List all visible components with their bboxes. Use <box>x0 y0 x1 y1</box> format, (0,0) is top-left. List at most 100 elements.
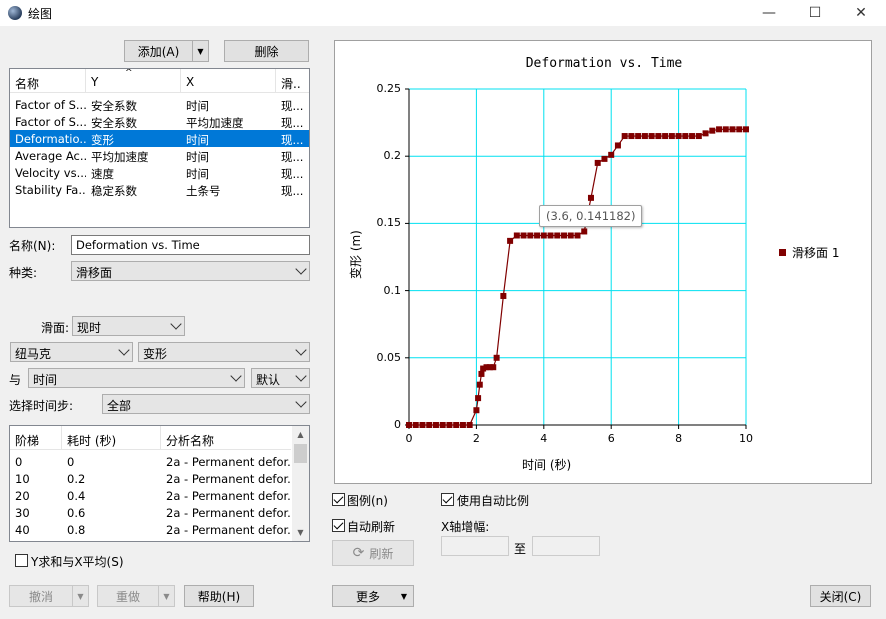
data-point <box>507 237 514 244</box>
table-row[interactable]: 10 0.2 2a - Permanent defor... <box>10 470 292 487</box>
auto-refresh-label: 自动刷新 <box>347 520 396 534</box>
more-button[interactable]: 更多 ▼ <box>332 585 414 607</box>
table-row[interactable]: 0 0 2a - Permanent defor... <box>10 453 292 470</box>
cell-step: 0 <box>15 455 23 469</box>
cell-slide: 现... <box>281 184 304 198</box>
data-point <box>534 232 541 239</box>
data-point <box>439 422 446 428</box>
table-row[interactable]: 5012a - Permanent defor... <box>10 538 292 541</box>
sum-average-checkbox[interactable] <box>15 554 28 567</box>
x-increment-from-field[interactable] <box>441 536 509 556</box>
method-select[interactable]: 纽马克 <box>10 342 133 362</box>
column-analysis[interactable]: 分析名称 <box>161 426 291 450</box>
close-button[interactable]: 关闭(C) <box>810 585 871 607</box>
type-select[interactable]: 滑移面 <box>71 261 310 281</box>
quantity-value: 变形 <box>143 347 168 361</box>
timestep-select[interactable]: 全部 <box>102 394 310 414</box>
table-row[interactable]: 40 0.8 2a - Permanent defor... <box>10 521 292 538</box>
chevron-down-icon[interactable]: ▼ <box>72 586 88 606</box>
list-item[interactable]: Stability Fa... 稳定系数 土条号 现... <box>10 181 309 198</box>
column-x[interactable]: X <box>181 69 276 93</box>
data-point <box>426 422 433 428</box>
name-field[interactable]: Deformation vs. Time <box>71 235 310 255</box>
cell-y: 安全系数 <box>91 116 137 130</box>
column-time[interactable]: 耗时 (秒) <box>62 426 161 450</box>
cell-name: Average Ac... <box>15 149 86 163</box>
cell-analysis: 2a - Permanent defor... <box>161 538 291 541</box>
cell-analysis: 2a - Permanent defor... <box>166 472 291 486</box>
auto-refresh-checkbox[interactable] <box>332 519 345 532</box>
data-point <box>581 228 588 235</box>
plot-list[interactable]: 名称 Y ^ X 滑.. Factor of S... 安全系数 时间 现... Fac… <box>9 68 310 228</box>
more-label: 更多 <box>355 589 380 604</box>
list-item[interactable]: Factor of S... 安全系数 平均加速度 现... <box>10 113 309 130</box>
chevron-down-icon <box>295 396 307 408</box>
chart-canvas[interactable] <box>335 41 873 485</box>
slip-value: 现时 <box>77 321 102 335</box>
scroll-thumb[interactable] <box>294 444 307 463</box>
step-table-scrollbar[interactable]: ▲ ▼ <box>292 426 309 541</box>
data-point <box>453 422 460 428</box>
data-point <box>554 232 561 239</box>
undo-button[interactable]: 撤消 ▼ <box>9 585 89 607</box>
x-increment-to-field[interactable] <box>532 536 600 556</box>
method-value: 纽马克 <box>15 347 52 361</box>
name-label: 名称(N): <box>9 239 56 253</box>
table-row[interactable]: 20 0.4 2a - Permanent defor... <box>10 487 292 504</box>
cell-analysis: 2a - Permanent defor... <box>166 489 291 503</box>
column-y[interactable]: Y ^ <box>86 69 181 93</box>
list-item[interactable]: Deformatio... 变形 时间 现... <box>10 130 309 147</box>
timestep-label: 选择时间步: <box>9 399 74 413</box>
table-row[interactable]: 30 0.6 2a - Permanent defor... <box>10 504 292 521</box>
scroll-up-icon[interactable]: ▲ <box>292 426 309 443</box>
y-axis-label: 变形 (m) <box>349 230 363 279</box>
column-step[interactable]: 阶梯 <box>10 426 62 450</box>
redo-button[interactable]: 重做 ▼ <box>97 585 175 607</box>
data-point <box>675 133 682 140</box>
cell-y: 平均加速度 <box>91 150 149 164</box>
column-name[interactable]: 名称 <box>10 69 86 93</box>
data-point <box>722 126 729 133</box>
help-button[interactable]: 帮助(H) <box>184 585 254 607</box>
x-select[interactable]: 时间 <box>28 368 245 388</box>
chevron-down-icon[interactable]: ▼ <box>192 41 208 61</box>
scroll-down-icon[interactable]: ▼ <box>292 524 309 541</box>
data-point <box>500 292 507 299</box>
data-point <box>628 133 635 140</box>
list-item[interactable]: Velocity vs.... 速度 时间 现... <box>10 164 309 181</box>
list-item[interactable]: Factor of S... 安全系数 时间 现... <box>10 96 309 113</box>
data-point <box>655 133 662 140</box>
x-mode-value: 默认 <box>256 373 281 387</box>
add-button[interactable]: 添加(A) ▼ <box>124 40 209 62</box>
legend-swatch <box>779 249 786 256</box>
chart-legend: 滑移面 1 <box>779 244 839 261</box>
auto-scale-label: 使用自动比例 <box>457 494 530 508</box>
data-point <box>729 126 736 133</box>
chevron-down-icon <box>170 318 182 330</box>
sort-ascending-icon: ^ <box>125 69 133 78</box>
chevron-down-icon[interactable]: ▼ <box>158 586 174 606</box>
to-label: 至 <box>514 542 527 556</box>
legend-checkbox[interactable] <box>332 493 345 506</box>
slip-select[interactable]: 现时 <box>72 316 185 336</box>
cell-x: 时间 <box>186 150 209 164</box>
x-mode-select[interactable]: 默认 <box>251 368 310 388</box>
slip-label: 滑面: <box>41 321 70 335</box>
minimize-icon[interactable]: — <box>746 0 792 26</box>
maximize-icon[interactable]: ☐ <box>792 0 838 26</box>
cell-time: 0 <box>67 455 75 469</box>
quantity-select[interactable]: 变形 <box>138 342 310 362</box>
column-slide[interactable]: 滑.. <box>276 69 309 93</box>
close-icon[interactable]: ✕ <box>838 0 884 26</box>
list-item[interactable]: Average Ac... 平均加速度 时间 现... <box>10 147 309 164</box>
data-point <box>574 232 581 239</box>
refresh-button[interactable]: ⟳ 刷新 <box>332 540 414 566</box>
chevron-down-icon <box>295 370 307 382</box>
chevron-down-icon <box>118 344 130 356</box>
delete-button[interactable]: 删除 <box>224 40 309 62</box>
step-table[interactable]: 阶梯 耗时 (秒) 分析名称 0 0 2a - Permanent defor...… <box>9 425 310 542</box>
auto-scale-checkbox[interactable] <box>441 493 454 506</box>
x-axis-label: 时间 (秒) <box>522 458 572 472</box>
data-point <box>743 126 749 133</box>
redo-label: 重做 <box>115 589 140 604</box>
